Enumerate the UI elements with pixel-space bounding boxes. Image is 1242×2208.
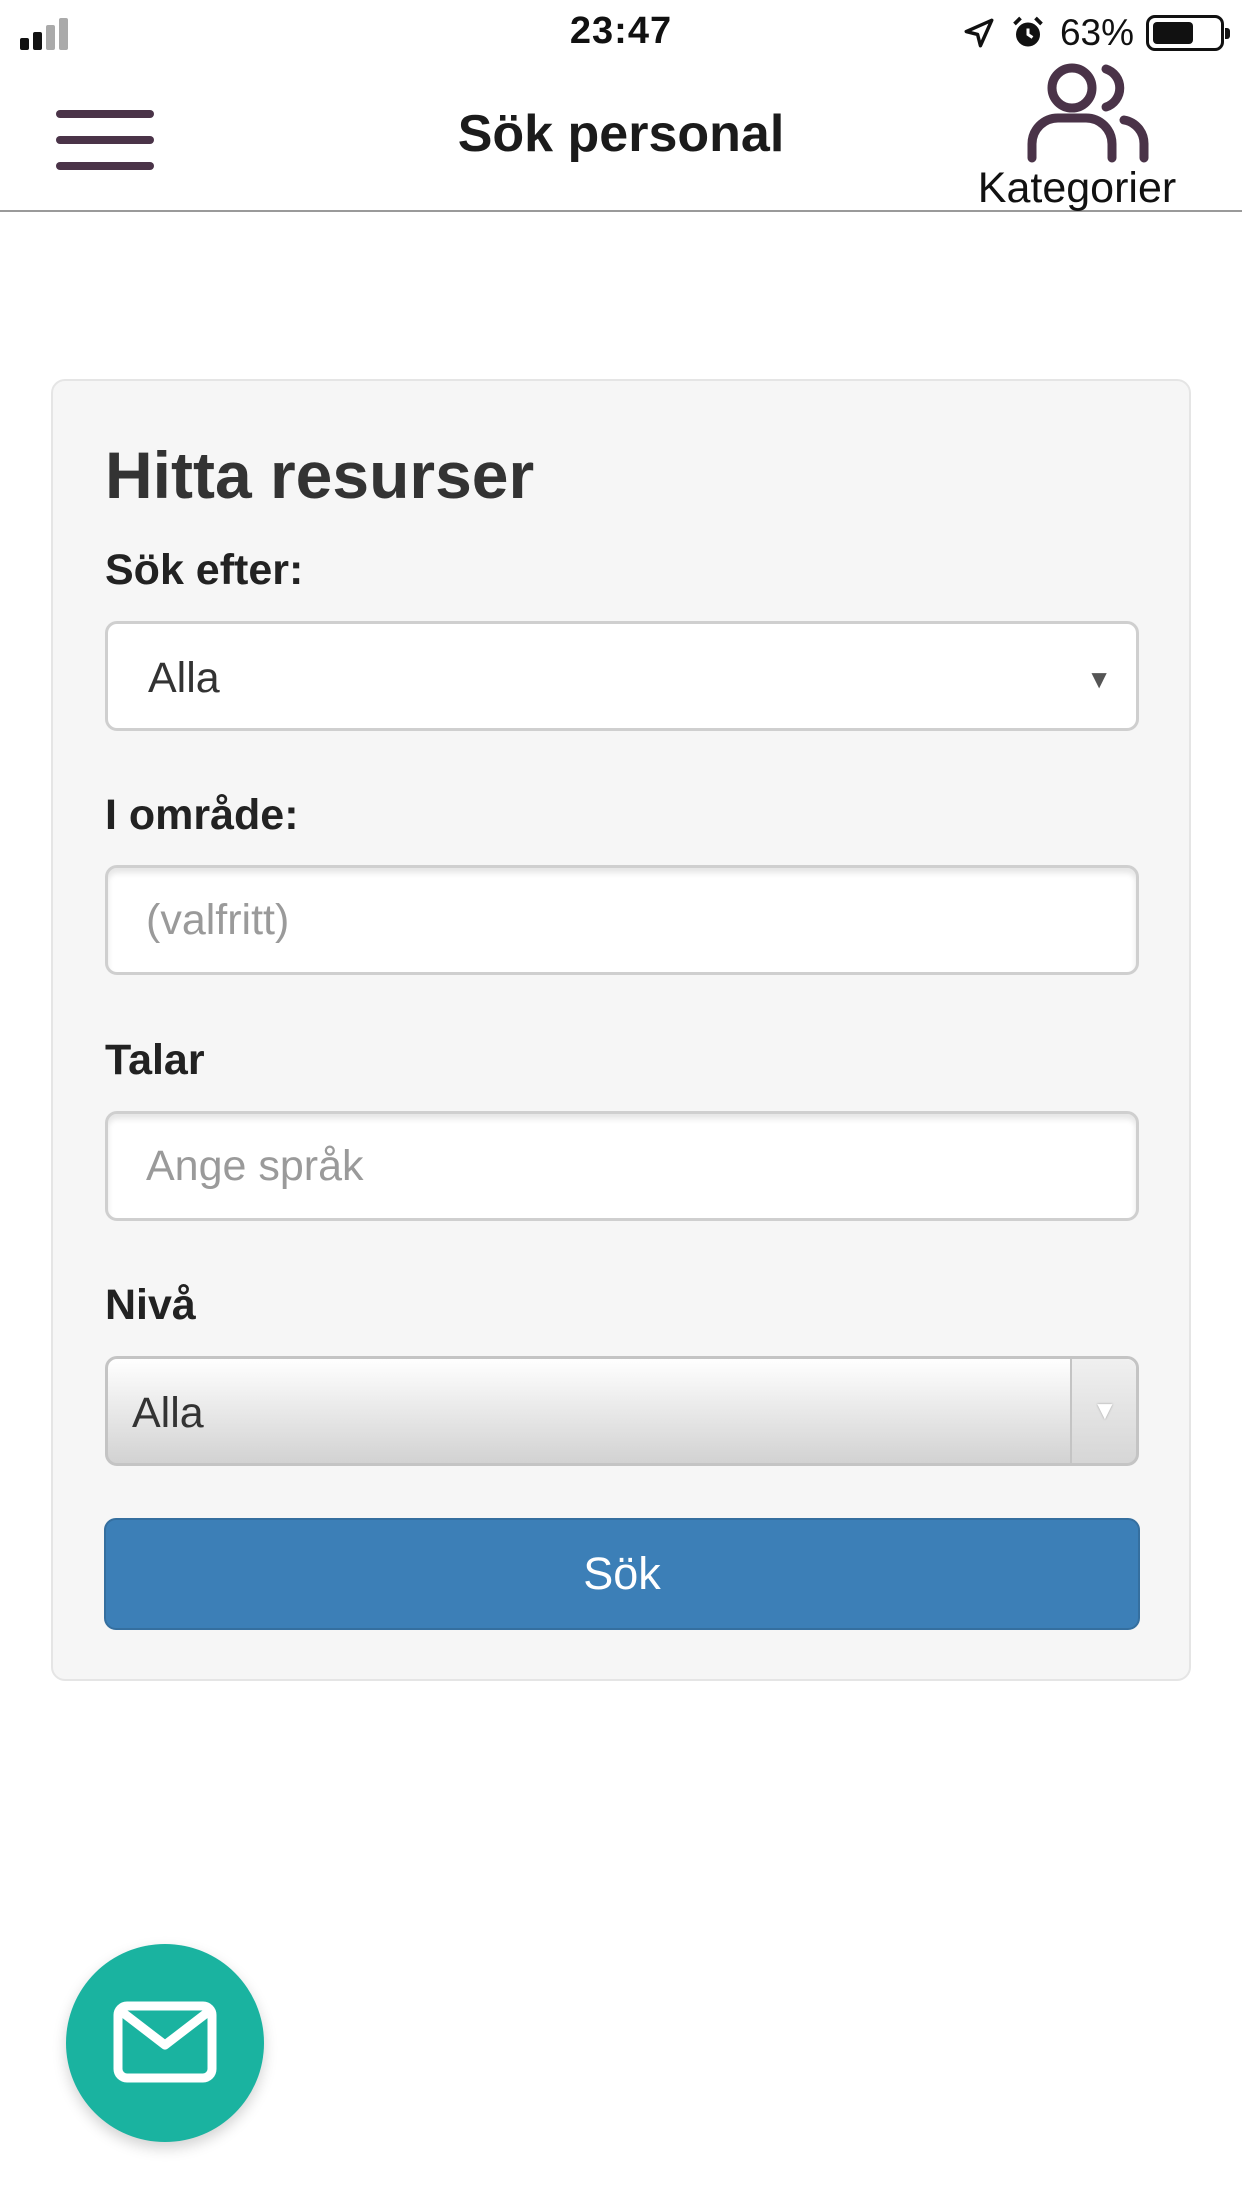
battery-icon [1146, 15, 1230, 51]
users-icon [1027, 63, 1149, 163]
language-input[interactable] [105, 1111, 1139, 1221]
app-header: Sök personal Kategorier [0, 63, 1242, 212]
categories-button[interactable]: Kategorier [962, 63, 1192, 212]
status-bar: 23:47 63% [0, 0, 1242, 64]
level-label: Nivå [105, 1281, 196, 1329]
battery-percent: 63% [1059, 12, 1134, 53]
level-select[interactable]: Alla ▼ [105, 1356, 1139, 1466]
level-select-arrow: ▼ [1070, 1359, 1136, 1463]
alarm-icon [1010, 15, 1046, 51]
search-button[interactable]: Sök [104, 1518, 1140, 1630]
battery-fill [1153, 22, 1193, 44]
speaks-label: Talar [105, 1036, 205, 1084]
search-for-value: Alla [148, 654, 220, 702]
search-for-select[interactable]: Alla ▼ [105, 621, 1139, 731]
categories-label: Kategorier [977, 164, 1177, 212]
message-fab[interactable] [66, 1944, 264, 2142]
location-arrow-icon [962, 16, 996, 50]
chevron-down-icon: ▼ [1086, 664, 1112, 694]
level-value: Alla [132, 1389, 204, 1437]
chevron-down-icon: ▼ [1092, 1395, 1118, 1425]
search-for-label: Sök efter: [105, 546, 304, 594]
status-right: 63% [962, 8, 1230, 58]
area-label: I område: [105, 791, 299, 839]
area-input[interactable] [105, 865, 1139, 975]
page: 23:47 63% Sök personal Kategorier Hitta … [0, 0, 1242, 2208]
form-title: Hitta resurser [105, 438, 535, 512]
search-form-card: Hitta resurser Sök efter: Alla ▼ I områd… [51, 379, 1191, 1681]
mail-icon [113, 2001, 217, 2083]
